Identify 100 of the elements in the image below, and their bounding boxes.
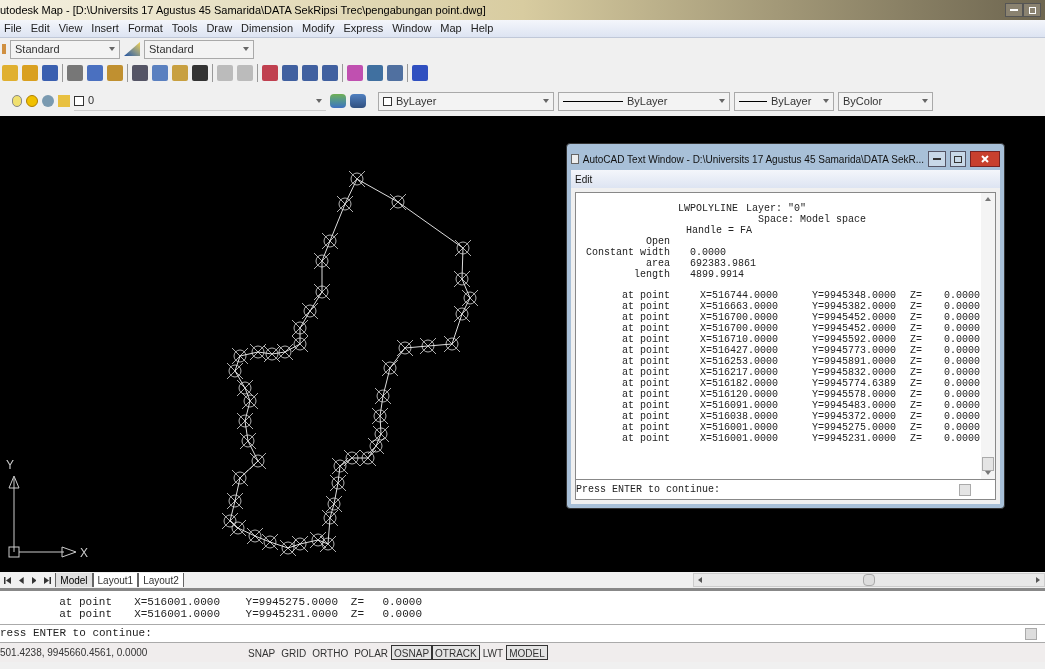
menu-item[interactable]: Window [392,20,432,37]
z-coordinate: 0.0000 [381,595,422,608]
z-coordinate: 0.0000 [943,323,980,334]
line-dropdown[interactable]: ByLayer [734,91,834,111]
y-coordinate: Y=9945275.0000 [811,422,896,433]
z-coordinate: 0.0000 [943,312,980,323]
dropdown[interactable]: ByColor [838,91,933,111]
caret-icon [316,98,322,103]
close-button[interactable] [970,151,1000,167]
point-label: at point [621,422,670,433]
restore-button[interactable] [1023,3,1041,17]
horizontal-scrollbar[interactable] [693,573,1045,587]
z-coordinate: 0.0000 [943,334,980,345]
status-toggle[interactable]: POLAR [351,645,392,660]
color-dropdown[interactable]: ByLayer [378,91,554,111]
point-label: at point [621,290,670,301]
vertical-scrollbar[interactable] [981,193,995,479]
point-label: at point [621,400,670,411]
caret-icon [243,47,249,51]
menu-item[interactable]: Map [440,20,462,37]
minimize-button[interactable] [1005,3,1023,17]
layout-tab[interactable]: Layout1 [92,573,139,587]
toolbar-grip-icon [2,44,6,54]
status-toggle[interactable]: GRID [278,645,310,660]
layer-dropdown[interactable]: 0 [74,91,326,111]
z-label: Z= [909,323,922,334]
last-tab-icon[interactable] [44,576,52,584]
scroll-left-icon[interactable] [698,577,702,583]
open-status: Open [646,236,670,247]
scroll-right-icon[interactable] [1036,577,1040,583]
scroll-up-icon[interactable] [985,197,991,201]
point-label: at point [621,367,670,378]
app-icon [571,154,579,164]
color-swatch-icon [383,96,392,106]
property-value: 692383.9861 [689,258,756,269]
point-label: at point [621,301,670,312]
menu-item[interactable]: Format [127,20,163,37]
x-coordinate: X=516700.0000 [699,323,778,334]
coordinates-display: 501.4238, 9945660.4561, 0.0000 [0,646,149,660]
layer-bulb-icon[interactable] [12,95,22,107]
first-tab-icon[interactable] [4,576,11,584]
z-label: Z= [909,367,922,378]
menu-item[interactable]: Help [470,20,494,37]
object-type: LWPOLYLINE [678,203,738,214]
dropdown[interactable]: Standard [144,39,254,59]
point-label: at point [621,378,670,389]
x-coordinate: X=516001.0000 [699,433,778,444]
property-value: 0.0000 [689,247,726,258]
scroll-thumb[interactable] [959,483,971,496]
menu-item[interactable]: Edit [575,171,593,187]
menu-item[interactable]: Express [343,20,384,37]
sun-icon[interactable] [26,95,38,107]
status-toggle[interactable]: ORTHO [309,645,352,660]
x-coordinate: X=516120.0000 [699,389,778,400]
minimize-button[interactable] [928,151,946,167]
status-toggle[interactable]: LWT [479,645,507,660]
layout-tab[interactable]: Model [55,573,93,587]
z-coordinate: 0.0000 [943,345,980,356]
next-tab-icon[interactable] [31,576,37,584]
z-label: Z= [349,607,364,620]
menu-item[interactable]: Tools [171,20,198,37]
status-toggle[interactable]: SNAP [245,645,279,660]
z-coordinate: 0.0000 [381,607,422,620]
scroll-thumb[interactable] [863,574,875,586]
dropdown[interactable]: Standard [10,39,120,59]
point-label: at point [621,433,670,444]
menu-item[interactable]: View [58,20,83,37]
point-label: at point [621,345,670,356]
x-axis-label: X [80,545,88,562]
point-label: at point [621,389,670,400]
menu-item[interactable]: Draw [206,20,233,37]
line-dropdown[interactable]: ByLayer [558,91,730,111]
z-label: Z= [909,422,922,433]
y-coordinate: Y=9945231.0000 [811,433,896,444]
property-label: Constant width [585,247,670,258]
layout-tab[interactable]: Layout2 [138,573,184,587]
scroll-thumb[interactable] [1025,627,1037,640]
menu-item[interactable]: Dimension [241,20,294,37]
scroll-thumb[interactable] [982,457,994,471]
z-label: Z= [909,411,922,422]
menu-item[interactable]: Insert [91,20,119,37]
previous-tab-icon[interactable] [19,576,24,584]
status-toggle[interactable]: MODEL [506,645,548,660]
y-coordinate: Y=9945592.0000 [811,334,896,345]
maximize-button[interactable] [950,151,967,167]
status-toggle[interactable]: OTRACK [432,645,480,660]
point-label: at point [621,411,670,422]
x-coordinate: X=516182.0000 [699,378,778,389]
y-coordinate: Y=9945372.0000 [811,411,896,422]
menu-item[interactable]: Modify [302,20,335,37]
x-coordinate: X=516427.0000 [699,345,778,356]
menu-item[interactable]: Edit [30,20,50,37]
point-label: at point [621,356,670,367]
x-coordinate: X=516744.0000 [699,290,778,301]
property-label: area [645,258,670,269]
menu-item[interactable]: File [4,20,22,37]
z-coordinate: 0.0000 [943,400,980,411]
status-toggle[interactable]: OSNAP [391,645,433,660]
z-label: Z= [909,334,922,345]
space-info: Space: Model space [757,214,867,225]
